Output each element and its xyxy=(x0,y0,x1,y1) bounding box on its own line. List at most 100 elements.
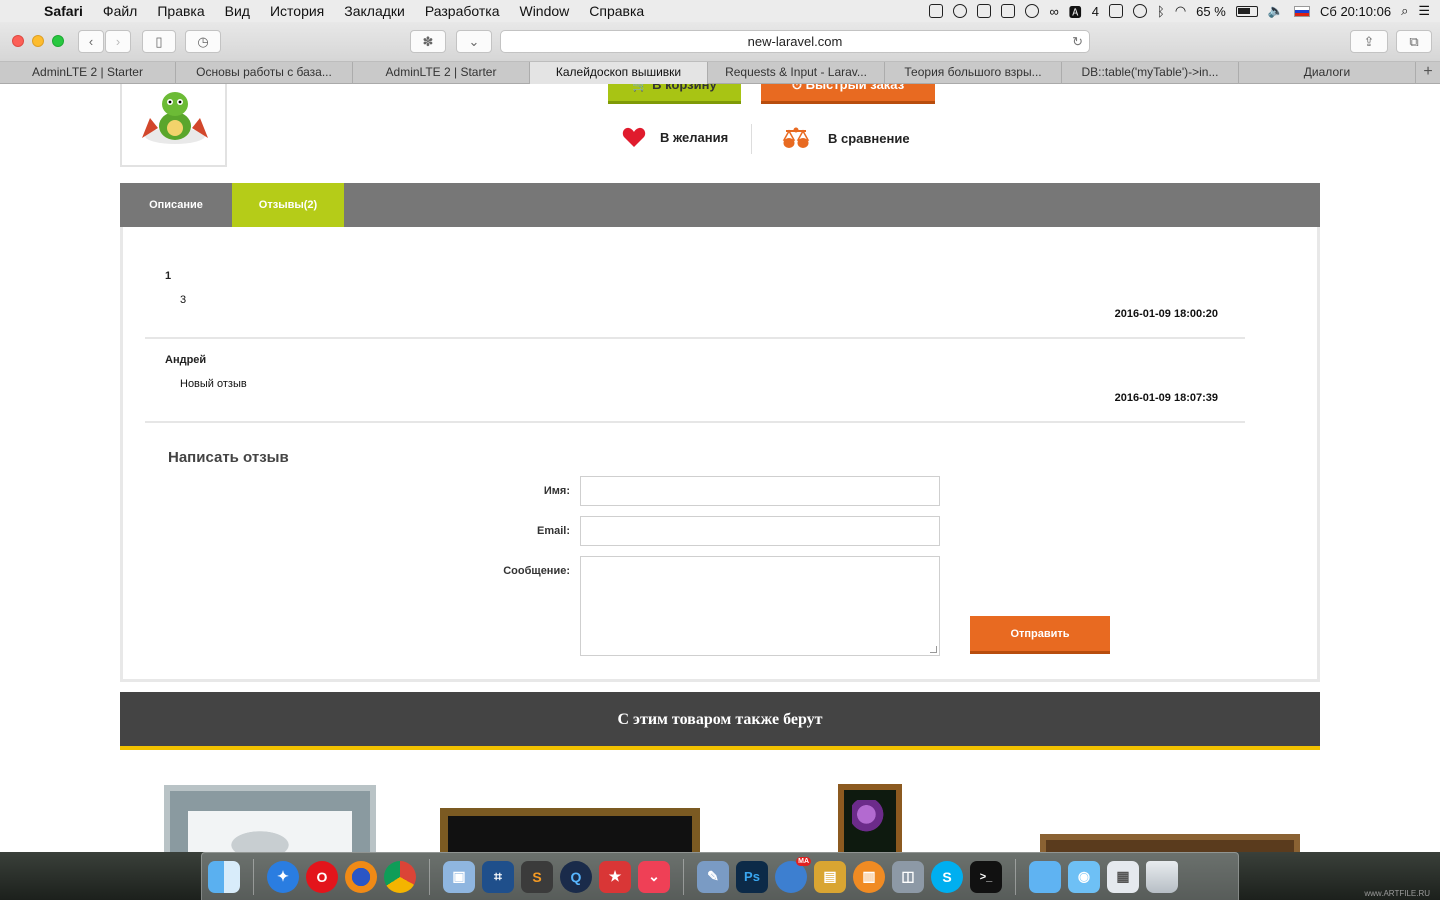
menu-window[interactable]: Window xyxy=(509,3,579,19)
address-bar[interactable]: new-laravel.com ↻ xyxy=(500,30,1090,53)
ibooks-icon[interactable]: ▥ xyxy=(853,860,885,893)
downloads-stack-icon[interactable]: ▦ xyxy=(1107,860,1139,893)
image-capture-icon[interactable]: ◫ xyxy=(892,860,924,893)
cloud-status-icon[interactable] xyxy=(953,4,968,18)
menu-bookmarks[interactable]: Закладки xyxy=(334,3,415,19)
add-to-cart-button[interactable]: 🛒 В корзину xyxy=(608,84,741,104)
firefox-icon[interactable] xyxy=(345,860,377,893)
name-field[interactable] xyxy=(580,476,940,506)
safari-icon[interactable]: ✦ xyxy=(267,860,299,893)
clock[interactable]: Сб 20:10:06 xyxy=(1320,4,1391,19)
bluetooth-icon[interactable]: ᛒ xyxy=(1157,4,1165,19)
new-tab-button[interactable]: + xyxy=(1416,62,1440,83)
sidebar-button[interactable]: ▯ xyxy=(142,30,176,53)
tab-reviews[interactable]: Отзывы(2) xyxy=(232,183,344,227)
product-card-image[interactable] xyxy=(838,784,902,852)
finder-icon[interactable] xyxy=(208,860,240,893)
submit-review-button[interactable]: Отправить xyxy=(970,616,1110,654)
browser-tab[interactable]: Теория большого взры... xyxy=(885,62,1062,84)
browser-tab[interactable]: AdminLTE 2 | Starter xyxy=(0,62,176,84)
browser-tab-active[interactable]: Калейдоскоп вышивки xyxy=(530,62,708,84)
plus-status-icon[interactable] xyxy=(977,4,992,18)
back-button[interactable]: ‹ xyxy=(78,30,104,53)
folder-icon[interactable] xyxy=(1029,860,1061,893)
checkmark-status-icon[interactable] xyxy=(929,4,944,18)
history-button[interactable]: ◷ xyxy=(185,30,221,53)
also-bought-header: С этим товаром также берут xyxy=(120,692,1320,750)
email-field[interactable] xyxy=(580,516,940,546)
photoshop-icon[interactable]: Ps xyxy=(736,860,768,893)
chrome-icon[interactable] xyxy=(384,860,416,893)
bookmark-status-icon[interactable] xyxy=(1109,4,1124,18)
battery-icon[interactable] xyxy=(1235,5,1258,17)
agent-badge: MA xyxy=(796,856,811,866)
pocket-icon[interactable]: ⌄ xyxy=(638,860,670,893)
wishlist-label: В желания xyxy=(660,129,729,145)
forward-button[interactable]: › xyxy=(105,30,131,53)
browser-tab[interactable]: Основы работы с база... xyxy=(176,62,353,84)
share-button[interactable]: ⇪ xyxy=(1350,30,1388,53)
sync-status-icon[interactable] xyxy=(1025,4,1040,18)
mail-ru-agent-icon[interactable]: MA xyxy=(775,856,811,893)
chevron-left-icon: ‹ xyxy=(88,34,94,49)
dock-separator xyxy=(429,858,430,895)
product-card-image[interactable] xyxy=(1040,834,1300,852)
browser-tab[interactable]: Requests & Input - Larav... xyxy=(708,62,885,84)
sourcetree-icon[interactable]: ⌗ xyxy=(482,860,514,893)
time-machine-icon[interactable] xyxy=(1133,4,1148,18)
dropbox-icon[interactable] xyxy=(1001,4,1016,18)
wunderlist-icon[interactable]: ★ xyxy=(599,860,631,893)
add-to-compare-link[interactable]: В сравнение xyxy=(782,126,910,150)
browser-tab[interactable]: Диалоги xyxy=(1239,62,1416,84)
preview-icon[interactable]: ✎ xyxy=(697,860,729,893)
adobe-status-icon[interactable]: 🅰 xyxy=(1069,2,1082,21)
notification-center-icon[interactable]: ☰ xyxy=(1418,3,1430,19)
spotlight-search-icon[interactable]: ⌕ xyxy=(1401,3,1408,19)
window-close-button[interactable] xyxy=(12,35,24,47)
menu-develop[interactable]: Разработка xyxy=(415,3,510,19)
glasses-icon[interactable]: ∞ xyxy=(1049,4,1058,19)
skype-icon[interactable]: S xyxy=(931,860,963,893)
extension-button[interactable]: ✽ xyxy=(410,30,446,53)
pocket-button[interactable]: ⌄ xyxy=(456,30,492,53)
tab-description[interactable]: Описание xyxy=(120,183,232,227)
menu-view[interactable]: Вид xyxy=(215,3,260,19)
reload-icon[interactable]: ↻ xyxy=(1072,31,1083,52)
trash-icon[interactable] xyxy=(1146,860,1178,893)
browser-tab[interactable]: DB::table('myTable')->in... xyxy=(1062,62,1239,84)
wifi-icon[interactable]: ◠ xyxy=(1175,3,1186,19)
dock: ✦ O ▣ ⌗ S Q ★ ⌄ ✎ Ps MA ▤ ▥ ◫ S >_ ◉ ▦ xyxy=(201,852,1239,900)
russian-flag-icon[interactable] xyxy=(1294,5,1310,17)
menu-edit[interactable]: Правка xyxy=(147,3,214,19)
sequel-pro-icon[interactable]: ▤ xyxy=(814,860,846,893)
screenshots-folder-icon[interactable]: ◉ xyxy=(1068,860,1100,893)
message-textarea[interactable] xyxy=(580,556,940,656)
sublime-text-icon[interactable]: S xyxy=(521,860,553,893)
terminal-icon[interactable]: >_ xyxy=(970,860,1002,893)
review-item: Андрей Новый отзыв 2016-01-09 18:07:39 xyxy=(145,339,1245,423)
message-label: Сообщение: xyxy=(503,565,570,577)
menu-history[interactable]: История xyxy=(260,3,334,19)
dock-separator xyxy=(683,858,684,895)
resize-handle-icon[interactable] xyxy=(930,646,937,653)
heart-icon xyxy=(622,127,646,147)
review-date: 2016-01-09 18:07:39 xyxy=(1114,392,1218,404)
opera-icon[interactable]: O xyxy=(306,860,338,893)
window-fullscreen-button[interactable] xyxy=(52,35,64,47)
virtualbox-icon[interactable]: ▣ xyxy=(443,860,475,893)
menu-help[interactable]: Справка xyxy=(579,3,654,19)
product-card-image[interactable] xyxy=(164,785,376,852)
product-card-image[interactable] xyxy=(440,808,700,852)
quicktime-icon[interactable]: Q xyxy=(560,860,592,893)
window-minimize-button[interactable] xyxy=(32,35,44,47)
tab-overview-button[interactable]: ⧉ xyxy=(1396,30,1432,53)
volume-icon[interactable]: 🔈 xyxy=(1268,3,1284,19)
review-author: 1 xyxy=(165,270,172,282)
quick-order-button[interactable]: ⏱ Быстрый заказ xyxy=(761,84,935,104)
product-thumbnail[interactable] xyxy=(120,84,227,167)
dock-separator xyxy=(1015,858,1016,895)
add-to-wishlist-link[interactable]: В желания xyxy=(622,126,728,148)
menu-file[interactable]: Файл xyxy=(93,3,147,19)
browser-tab[interactable]: AdminLTE 2 | Starter xyxy=(353,62,530,84)
menu-app-name[interactable]: Safari xyxy=(40,3,93,19)
